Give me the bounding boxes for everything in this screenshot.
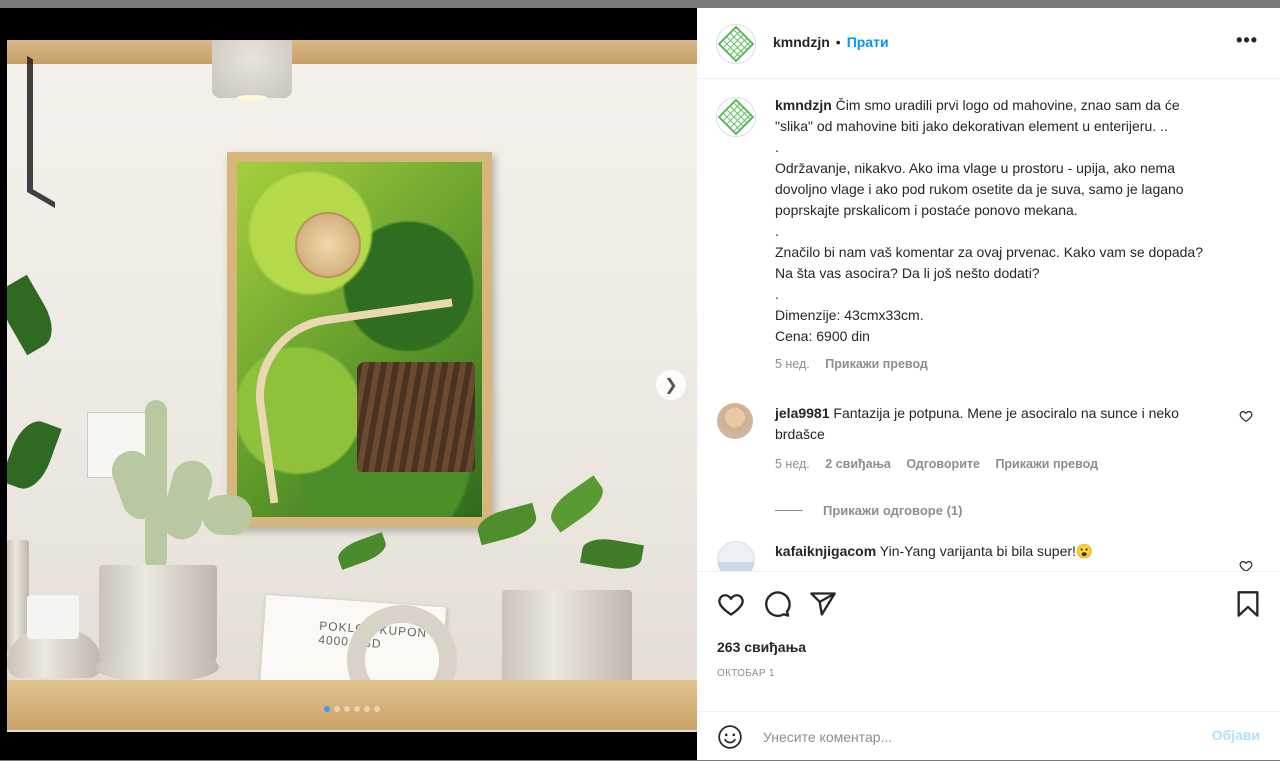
- pendant-lamp: [212, 40, 292, 101]
- likes-count[interactable]: 263 свиђања: [717, 639, 806, 655]
- caption-paragraph: .: [775, 286, 779, 302]
- comment-likes-link[interactable]: 2 свиђања: [825, 457, 891, 471]
- post-actions: 263 свиђања ОКТОБАР 1: [697, 571, 1280, 712]
- caption-paragraph: Dimenzije: 43cmx33cm.: [775, 307, 924, 323]
- caption-paragraph: Održavanje, nikakvo. Ako ima vlage u pro…: [775, 160, 1188, 218]
- comment-item: kafaiknjigacom Yin-Yang varijanta bi bil…: [717, 541, 1257, 571]
- caption-paragraph: .: [775, 223, 779, 239]
- commenter-avatar[interactable]: [717, 541, 755, 571]
- emoji-icon[interactable]: [717, 724, 743, 750]
- caption-username[interactable]: kmndzjn: [775, 97, 832, 113]
- comment-username[interactable]: kafaiknjigacom: [775, 543, 876, 559]
- slide-dot[interactable]: [344, 706, 350, 712]
- comment-body: kafaiknjigacom Yin-Yang varijanta bi bil…: [775, 541, 1205, 562]
- author-username[interactable]: kmndzjn: [773, 34, 830, 50]
- post-header: kmndzjn • Прати •••: [697, 8, 1280, 79]
- plant-leaf: [580, 535, 644, 573]
- upper-shelf: [7, 40, 697, 64]
- bark-piece: [357, 362, 475, 472]
- comment-reply-link[interactable]: Одговорите: [906, 457, 980, 471]
- plant-leaf: [7, 274, 62, 356]
- slide-dot[interactable]: [354, 706, 360, 712]
- replies-divider-line: [775, 510, 803, 511]
- slide-dot[interactable]: [334, 706, 340, 712]
- slide-dot[interactable]: [324, 706, 330, 712]
- view-replies-label: Прикажи одговоре (1): [823, 503, 963, 518]
- chevron-right-icon: ❯: [664, 377, 678, 394]
- author-avatar[interactable]: [716, 24, 756, 64]
- comment-text: Yin-Yang varijanta bi bila super!😮: [879, 543, 1094, 559]
- view-replies-button[interactable]: Прикажи одговоре (1): [775, 503, 962, 518]
- comment-translate-link[interactable]: Прикажи превод: [995, 457, 1098, 471]
- cactus-pad: [202, 495, 252, 535]
- moss-panel: [237, 162, 482, 517]
- comment-username[interactable]: jela9981: [775, 405, 830, 421]
- more-options-icon[interactable]: •••: [1236, 30, 1258, 51]
- shelf-bracket: [27, 55, 55, 209]
- moss-logo-icon: [717, 98, 755, 136]
- comments-section: kmndzjn Čim smo uradili prvi logo od mah…: [697, 79, 1280, 571]
- slide-indicator: [7, 706, 697, 712]
- comment-body: jela9981 Fantazija je potpuna. Mene je a…: [775, 403, 1205, 475]
- like-heart-icon[interactable]: [717, 590, 745, 618]
- follow-button[interactable]: Прати: [847, 34, 889, 50]
- comment-text: Fantazija je potpuna. Mene je asociralo …: [775, 405, 1179, 442]
- separator-dot: •: [835, 34, 841, 50]
- comment-meta: 5 нед. 2 свиђања Одговорите Прикажи прев…: [775, 454, 1205, 475]
- comment-like-icon[interactable]: [1239, 409, 1253, 423]
- caption-age[interactable]: 5 нед.: [775, 357, 810, 371]
- caption-avatar[interactable]: [716, 97, 756, 137]
- caption-paragraph: .: [775, 139, 779, 155]
- post-comment-button[interactable]: Објави: [1212, 727, 1260, 743]
- moss-art-frame: [227, 152, 492, 527]
- post-media: POKLON KUPON 4000 RSD ❯: [7, 8, 697, 760]
- comment-age[interactable]: 5 нед.: [775, 457, 810, 471]
- wood-disc: [295, 212, 361, 278]
- comment-item: jela9981 Fantazija je potpuna. Mene je a…: [717, 403, 1257, 483]
- slide-dot[interactable]: [374, 706, 380, 712]
- caption-meta: 5 нед. Прикажи превод: [775, 354, 1215, 375]
- candle: [27, 595, 79, 639]
- comment-composer: Објави: [697, 711, 1280, 761]
- plant-leaf: [334, 532, 390, 570]
- comment-input[interactable]: [761, 724, 1195, 750]
- comment-bubble-icon[interactable]: [763, 590, 791, 618]
- plant-leaf: [7, 415, 62, 495]
- caption-paragraph: Čim smo uradili prvi logo od mahovine, z…: [775, 97, 1184, 134]
- comment-like-icon[interactable]: [1239, 559, 1253, 571]
- plant-leaf: [544, 475, 610, 533]
- save-bookmark-icon[interactable]: [1234, 590, 1262, 618]
- caption-paragraph: Značilo bi nam vaš komentar za ovaj prve…: [775, 244, 1207, 281]
- caption-translate-link[interactable]: Прикажи превод: [825, 357, 928, 371]
- next-slide-button[interactable]: ❯: [656, 370, 686, 400]
- moss-logo-icon: [717, 25, 755, 63]
- post-date: ОКТОБАР 1: [717, 668, 775, 679]
- commenter-avatar[interactable]: [717, 403, 753, 439]
- share-paper-plane-icon[interactable]: [809, 590, 837, 618]
- slide-dot[interactable]: [364, 706, 370, 712]
- lower-shelf: [7, 680, 697, 730]
- post-photo: POKLON KUPON 4000 RSD: [7, 40, 697, 732]
- post-caption: kmndzjn Čim smo uradili prvi logo od mah…: [775, 95, 1215, 375]
- pot-saucer: [95, 652, 219, 682]
- caption-paragraph: Cena: 6900 din: [775, 328, 870, 344]
- post-panel: kmndzjn • Прати ••• kmndzjn Čim smo urad…: [697, 8, 1280, 760]
